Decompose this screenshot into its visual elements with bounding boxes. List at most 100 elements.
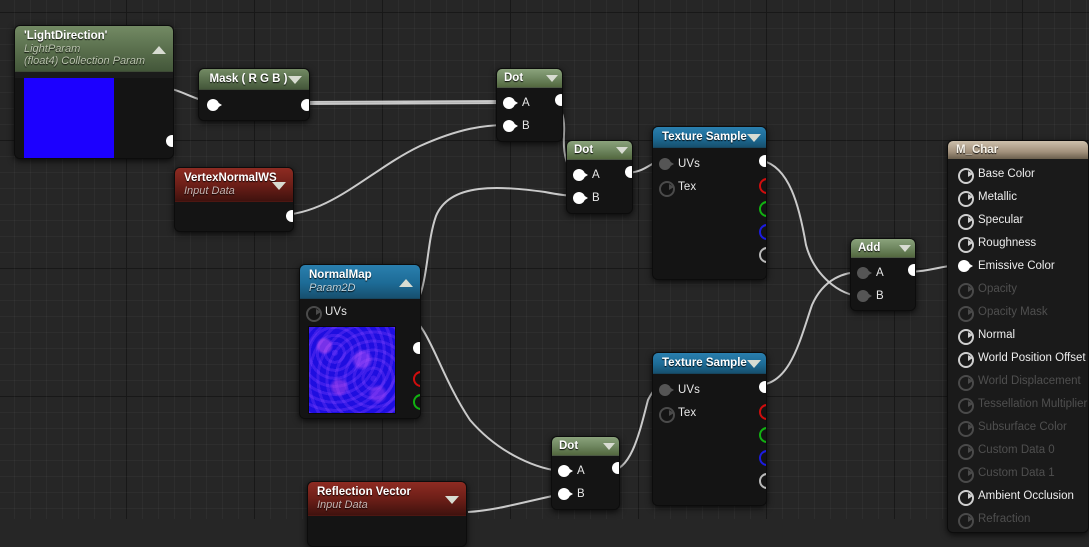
node-body-light-direction [15, 78, 173, 158]
input-pin-tex[interactable] [659, 406, 675, 423]
material-pin-tessellation-multiplier[interactable]: Tessellation Multiplier [948, 392, 1088, 415]
input-pin-b[interactable] [558, 487, 573, 500]
input-pin-icon[interactable] [958, 443, 974, 460]
chevron-down-icon[interactable] [603, 443, 615, 450]
input-pin-a[interactable] [503, 96, 518, 109]
chevron-down-icon[interactable] [288, 76, 302, 84]
chevron-down-icon[interactable] [272, 181, 286, 190]
input-pin-icon[interactable] [958, 236, 974, 253]
chevron-down-icon[interactable] [747, 360, 761, 368]
input-pin-icon[interactable] [958, 351, 974, 368]
node-subtitle-line2: (float4) Collection Param [24, 55, 146, 67]
material-pin-ambient-occlusion[interactable]: Ambient Occlusion [948, 484, 1088, 507]
chevron-down-icon[interactable] [747, 134, 761, 142]
material-graph-canvas[interactable]: 'LightDirection' LightParam (float4) Col… [0, 0, 1089, 547]
material-pin-label: Custom Data 0 [978, 443, 1055, 456]
input-pin-icon[interactable] [958, 305, 974, 322]
material-pin-specular[interactable]: Specular [948, 208, 1088, 231]
node-body-texture-sample-2: UVs Tex [653, 374, 766, 505]
input-pin-icon[interactable] [958, 190, 974, 207]
input-pin-a[interactable] [558, 464, 573, 477]
node-dot-3[interactable]: Dot A B [551, 436, 620, 510]
input-pin-b[interactable] [857, 289, 872, 302]
pin-label-b: B [592, 191, 600, 204]
node-reflection-vector[interactable]: Reflection Vector Input Data [307, 481, 467, 547]
chevron-down-icon[interactable] [445, 495, 459, 504]
material-pin-world-displacement[interactable]: World Displacement [948, 369, 1088, 392]
material-pin-opacity[interactable]: Opacity [948, 277, 1088, 300]
input-pin-b[interactable] [503, 119, 518, 132]
material-pin-opacity-mask[interactable]: Opacity Mask [948, 300, 1088, 323]
material-pin-label: Base Color [978, 167, 1035, 180]
input-pin-icon[interactable] [958, 282, 974, 299]
chevron-up-icon[interactable] [152, 45, 166, 54]
node-header-m-char[interactable]: M_Char [948, 141, 1088, 159]
material-pin-label: Custom Data 1 [978, 466, 1055, 479]
material-pin-normal[interactable]: Normal [948, 323, 1088, 346]
input-pin-icon[interactable] [958, 374, 974, 391]
material-pin-custom-data-1[interactable]: Custom Data 1 [948, 461, 1088, 484]
input-pin-b[interactable] [573, 191, 588, 204]
chevron-down-icon[interactable] [616, 147, 628, 154]
input-pin-icon[interactable] [958, 328, 974, 345]
node-header-add[interactable]: Add [851, 239, 915, 258]
node-dot-2[interactable]: Dot A B [566, 140, 633, 214]
material-pin-label: Opacity [978, 282, 1017, 295]
input-pin-icon[interactable] [958, 489, 974, 506]
material-pin-emissive-color[interactable]: Emissive Color [948, 254, 1088, 277]
chevron-down-icon[interactable] [546, 75, 558, 82]
input-pin-uvs[interactable] [659, 157, 674, 170]
node-header-normal-map[interactable]: NormalMap Param2D [300, 265, 420, 299]
node-light-direction[interactable]: 'LightDirection' LightParam (float4) Col… [14, 25, 174, 159]
node-normal-map[interactable]: NormalMap Param2D UVs [299, 264, 421, 419]
node-title: M_Char [956, 144, 999, 156]
input-pin-uvs[interactable] [306, 306, 322, 322]
node-header-texture-sample-1[interactable]: Texture Sample [653, 127, 766, 148]
node-add[interactable]: Add A B [850, 238, 916, 311]
node-header-texture-sample-2[interactable]: Texture Sample [653, 353, 766, 374]
material-pin-label: Subsurface Color [978, 420, 1067, 433]
input-pin-icon[interactable] [958, 213, 974, 230]
material-pin-world-position-offset[interactable]: World Position Offset [948, 346, 1088, 369]
material-pin-subsurface-color[interactable]: Subsurface Color [948, 415, 1088, 438]
input-pin-icon[interactable] [958, 259, 973, 272]
input-pin-icon[interactable] [958, 167, 974, 184]
input-pin-a[interactable] [573, 168, 588, 181]
material-pin-roughness[interactable]: Roughness [948, 231, 1088, 254]
node-header-dot-2[interactable]: Dot [567, 141, 632, 160]
node-mask-rgb[interactable]: Mask ( R G B ) [198, 68, 310, 121]
node-header-mask[interactable]: Mask ( R G B ) [199, 69, 309, 90]
node-body-add: A B [851, 258, 915, 310]
pin-label-tex: Tex [678, 180, 697, 193]
node-header-dot-3[interactable]: Dot [552, 437, 619, 456]
node-header-light-direction[interactable]: 'LightDirection' LightParam (float4) Col… [15, 26, 173, 72]
material-pin-metallic[interactable]: Metallic [948, 185, 1088, 208]
material-pin-base-color[interactable]: Base Color [948, 162, 1088, 185]
node-subtitle: Input Data [317, 499, 368, 511]
material-pin-custom-data-0[interactable]: Custom Data 0 [948, 438, 1088, 461]
input-pin-tex[interactable] [659, 180, 675, 197]
chevron-up-icon[interactable] [399, 278, 413, 287]
pin-label-uvs: UVs [678, 383, 701, 396]
node-header-dot-1[interactable]: Dot [497, 69, 562, 88]
input-pin-icon[interactable] [958, 397, 974, 414]
material-pin-label: World Displacement [978, 374, 1081, 387]
node-header-reflection-vector[interactable]: Reflection Vector Input Data [308, 482, 466, 516]
node-m-char-result[interactable]: M_Char Base Color Metallic Specular Roug… [947, 140, 1089, 533]
node-title: Reflection Vector [317, 486, 411, 498]
input-pin-icon[interactable] [958, 420, 974, 437]
node-title: Mask ( R G B ) [209, 73, 288, 85]
node-vertex-normal-ws[interactable]: VertexNormalWS Input Data [174, 167, 294, 232]
node-header-vertex-normal-ws[interactable]: VertexNormalWS Input Data [175, 168, 293, 202]
material-pin-label: Roughness [978, 236, 1037, 249]
input-pin-a[interactable] [857, 266, 872, 279]
node-texture-sample-1[interactable]: Texture Sample UVs Tex [652, 126, 767, 280]
pin-label-a: A [592, 168, 600, 181]
pin-label-uvs: UVs [678, 157, 701, 170]
chevron-down-icon[interactable] [899, 245, 911, 252]
node-texture-sample-2[interactable]: Texture Sample UVs Tex [652, 352, 767, 506]
input-pin-uvs[interactable] [659, 383, 674, 396]
material-pin-label: Tessellation Multiplier [978, 397, 1088, 410]
input-pin-icon[interactable] [958, 466, 974, 483]
node-dot-1[interactable]: Dot A B [496, 68, 563, 142]
